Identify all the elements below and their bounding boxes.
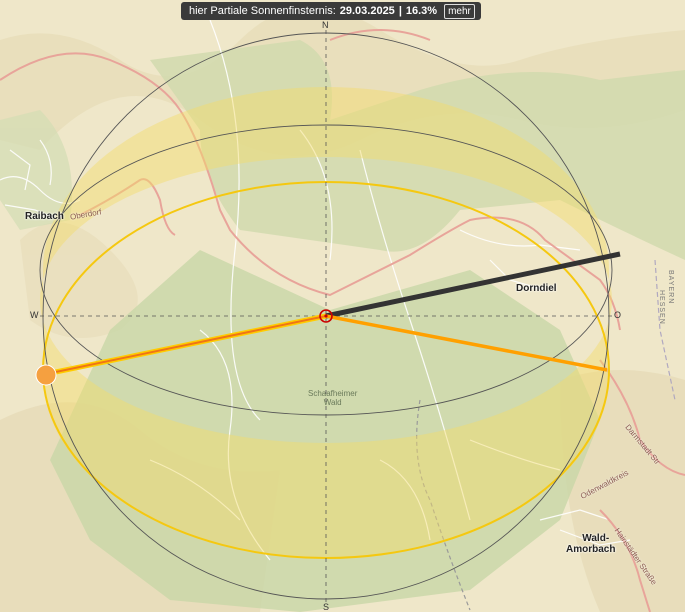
place-dorndiel: Dorndiel — [516, 283, 557, 294]
eclipse-magnitude: 16.3% — [405, 5, 438, 17]
compass-west: W — [30, 310, 39, 320]
more-button[interactable]: mehr — [444, 3, 475, 19]
forest-label: Schaafheimer Wald — [308, 389, 357, 407]
border-label-bayern: BAYERN — [667, 270, 674, 305]
compass-north: N — [322, 20, 329, 30]
place-wald-amorbach-line1: Wald- — [582, 533, 610, 544]
sun-icon[interactable] — [35, 364, 57, 386]
border-label-hessen: HESSEN — [658, 290, 665, 325]
place-wald-amorbach: Wald- Amorbach — [566, 533, 615, 555]
forest-label-line1: Schaafheimer — [308, 389, 358, 398]
compass-south: S — [323, 602, 330, 612]
place-raibach: Raibach — [25, 211, 64, 222]
forest-label-line2: Wald — [323, 398, 342, 407]
separator: | — [398, 5, 402, 17]
eclipse-map[interactable] — [0, 0, 685, 612]
eclipse-type-label: hier Partiale Sonnenfinsternis: — [189, 5, 336, 17]
place-wald-amorbach-line2: Amorbach — [566, 544, 616, 555]
eclipse-info-bar: hier Partiale Sonnenfinsternis: 29.03.20… — [181, 2, 481, 20]
eclipse-date: 29.03.2025 — [339, 5, 395, 17]
compass-east: O — [614, 310, 622, 320]
